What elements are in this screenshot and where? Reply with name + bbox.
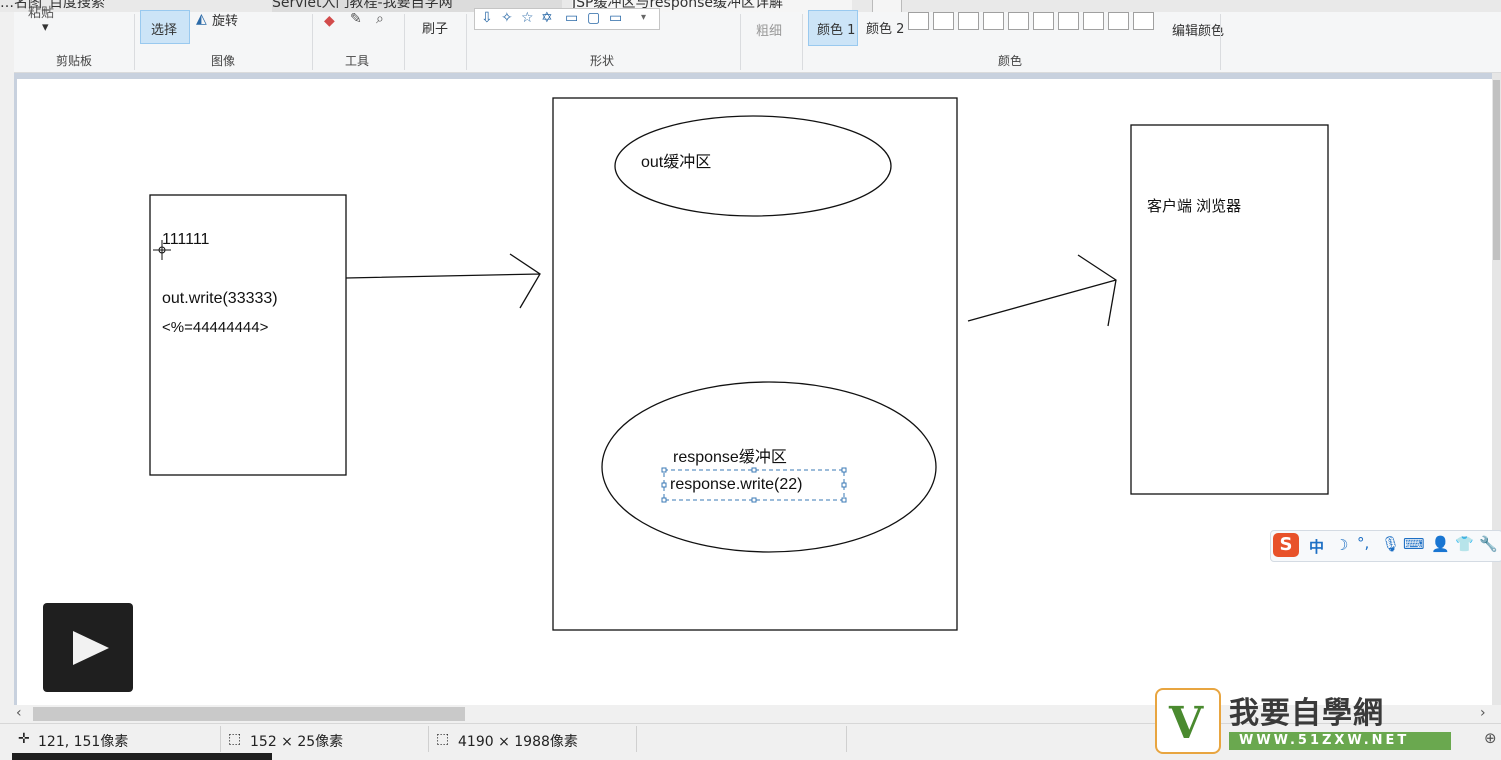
resize-handle[interactable] bbox=[751, 497, 757, 503]
zoom-in-icon[interactable]: ⊕ bbox=[1484, 729, 1497, 747]
status-divider bbox=[636, 726, 637, 752]
arrow-jsp-to-server bbox=[345, 253, 541, 309]
watermark-brand: 我要自學網 bbox=[1229, 696, 1384, 731]
resize-handle[interactable] bbox=[661, 467, 667, 473]
jsp-text-line2: out.write(33333) bbox=[162, 290, 278, 307]
scroll-right-icon[interactable]: › bbox=[1480, 705, 1486, 721]
punctuation-icon[interactable]: °, bbox=[1357, 534, 1369, 552]
watermark-url-bar: WWW.51ZXW.NET bbox=[1229, 732, 1451, 750]
user-icon[interactable]: 👤 bbox=[1431, 535, 1450, 553]
jsp-text-line3: <%=44444444> bbox=[162, 319, 269, 336]
cursor-position-icon: ✛ bbox=[18, 731, 30, 747]
resize-handle[interactable] bbox=[841, 497, 847, 503]
ime-mode-toggle[interactable]: 中 bbox=[1309, 536, 1324, 557]
resize-handle[interactable] bbox=[841, 467, 847, 473]
resize-handle[interactable] bbox=[661, 497, 667, 503]
watermark-logo: V bbox=[1155, 688, 1221, 754]
client-box bbox=[1130, 124, 1329, 495]
watermark-url: WWW.51ZXW.NET bbox=[1239, 733, 1410, 748]
watermark: V 我要自學網 WWW.51ZXW.NET bbox=[1153, 688, 1453, 754]
microphone-icon[interactable]: 🎙 bbox=[1381, 535, 1400, 553]
server-box bbox=[552, 97, 958, 631]
scroll-left-icon[interactable]: ‹ bbox=[16, 705, 22, 721]
resize-handle[interactable] bbox=[841, 482, 847, 488]
keyboard-icon[interactable]: ⌨ bbox=[1403, 535, 1425, 553]
status-divider bbox=[846, 726, 847, 752]
resize-handle[interactable] bbox=[661, 482, 667, 488]
image-size: 4190 × 1988像素 bbox=[458, 734, 578, 750]
horizontal-scroll-thumb[interactable] bbox=[33, 707, 465, 721]
status-divider bbox=[220, 726, 221, 752]
skin-icon[interactable]: 👕 bbox=[1455, 535, 1474, 553]
vertical-scroll-thumb[interactable] bbox=[1493, 80, 1500, 260]
status-divider bbox=[428, 726, 429, 752]
selection-size: 152 × 25像素 bbox=[250, 734, 344, 750]
response-buffer-label: response缓冲区 bbox=[673, 449, 787, 466]
video-play-button[interactable] bbox=[43, 603, 133, 692]
out-buffer-label: out缓冲区 bbox=[641, 154, 712, 171]
play-icon bbox=[73, 631, 109, 665]
selection-size-icon: ⬚ bbox=[228, 731, 242, 747]
cursor-position: 121, 151像素 bbox=[38, 734, 129, 750]
jsp-text-line1: 111111 bbox=[162, 231, 210, 248]
response-buffer-ellipse bbox=[601, 381, 937, 553]
client-browser-label: 客户端 浏览器 bbox=[1147, 198, 1242, 215]
resize-handle[interactable] bbox=[751, 467, 757, 473]
ime-toolbar[interactable]: S 中 ☽ °, 🎙 ⌨ 👤 👕 🔧 bbox=[1270, 530, 1501, 562]
drawing-strokes bbox=[149, 97, 1329, 631]
sogou-logo-icon[interactable]: S bbox=[1273, 533, 1299, 557]
tools-icon[interactable]: 🔧 bbox=[1479, 535, 1498, 553]
v-logo-icon: V bbox=[1169, 698, 1204, 749]
moon-icon[interactable]: ☽ bbox=[1335, 536, 1348, 554]
image-size-icon: ⬚ bbox=[436, 731, 450, 747]
response-write-text[interactable]: response.write(22) bbox=[670, 476, 803, 494]
arrow-server-to-client bbox=[967, 254, 1117, 327]
